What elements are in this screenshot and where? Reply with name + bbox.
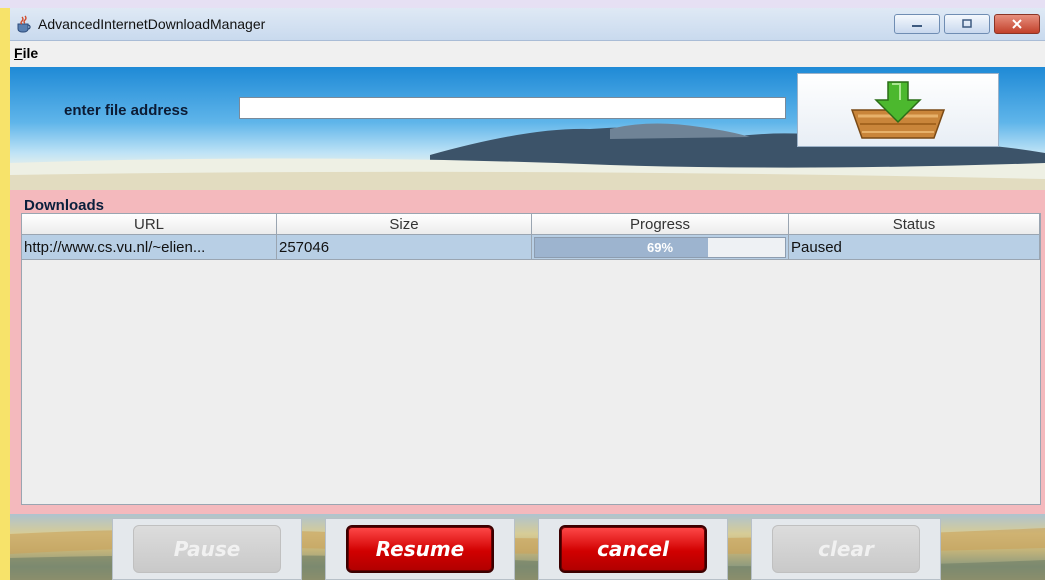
close-icon — [1012, 19, 1022, 29]
menu-file-label-rest: ile — [22, 45, 39, 61]
downloads-title: Downloads — [24, 197, 105, 214]
progress-label: 69% — [646, 239, 674, 255]
column-header-status[interactable]: Status — [789, 214, 1040, 235]
minimize-button[interactable] — [894, 14, 940, 34]
close-button[interactable] — [994, 14, 1040, 34]
clear-button[interactable]: clear — [772, 525, 920, 573]
address-banner: enter file address — [10, 67, 1045, 190]
table-row[interactable]: http://www.cs.vu.nl/~elien... 257046 69%… — [22, 235, 1040, 260]
progress-bar: 69% — [534, 236, 786, 258]
cancel-button-frame: cancel — [538, 518, 728, 580]
minimize-icon — [912, 25, 922, 27]
page-left-strip — [0, 0, 10, 580]
pause-button[interactable]: Pause — [133, 525, 281, 573]
resume-button-frame: Resume — [325, 518, 515, 580]
cell-url: http://www.cs.vu.nl/~elien... — [22, 235, 277, 260]
column-header-url[interactable]: URL — [22, 214, 277, 235]
java-cup-icon — [17, 15, 31, 33]
menu-file[interactable]: File — [14, 45, 38, 61]
maximize-button[interactable] — [944, 14, 990, 34]
page-top-strip — [0, 0, 1045, 8]
button-bar: Pause Resume cancel clear — [10, 514, 1045, 580]
cell-status: Paused — [789, 235, 1040, 260]
cell-size: 257046 — [277, 235, 532, 260]
window-title: AdvancedInternetDownloadManager — [38, 16, 266, 32]
restore-icon — [962, 19, 972, 28]
title-bar[interactable]: AdvancedInternetDownloadManager — [10, 8, 1045, 41]
column-header-size[interactable]: Size — [277, 214, 532, 235]
address-label: enter file address — [64, 102, 189, 119]
downloads-table[interactable]: URL Size Progress Status http://www.cs.v… — [21, 213, 1041, 505]
app-window: AdvancedInternetDownloadManager File ent… — [10, 8, 1045, 580]
cancel-button[interactable]: cancel — [559, 525, 707, 573]
download-box-icon — [850, 81, 946, 139]
clear-button-frame: clear — [751, 518, 941, 580]
cell-progress: 69% — [532, 235, 789, 260]
menu-bar: File — [10, 41, 1045, 67]
column-header-progress[interactable]: Progress — [532, 214, 789, 235]
file-address-input[interactable] — [239, 97, 786, 119]
resume-button[interactable]: Resume — [346, 525, 494, 573]
download-button[interactable] — [797, 73, 999, 147]
pause-button-frame: Pause — [112, 518, 302, 580]
menu-file-mnemonic: F — [14, 45, 23, 61]
table-header: URL Size Progress Status — [22, 214, 1040, 235]
downloads-panel: Downloads URL Size Progress Status http:… — [10, 190, 1045, 514]
